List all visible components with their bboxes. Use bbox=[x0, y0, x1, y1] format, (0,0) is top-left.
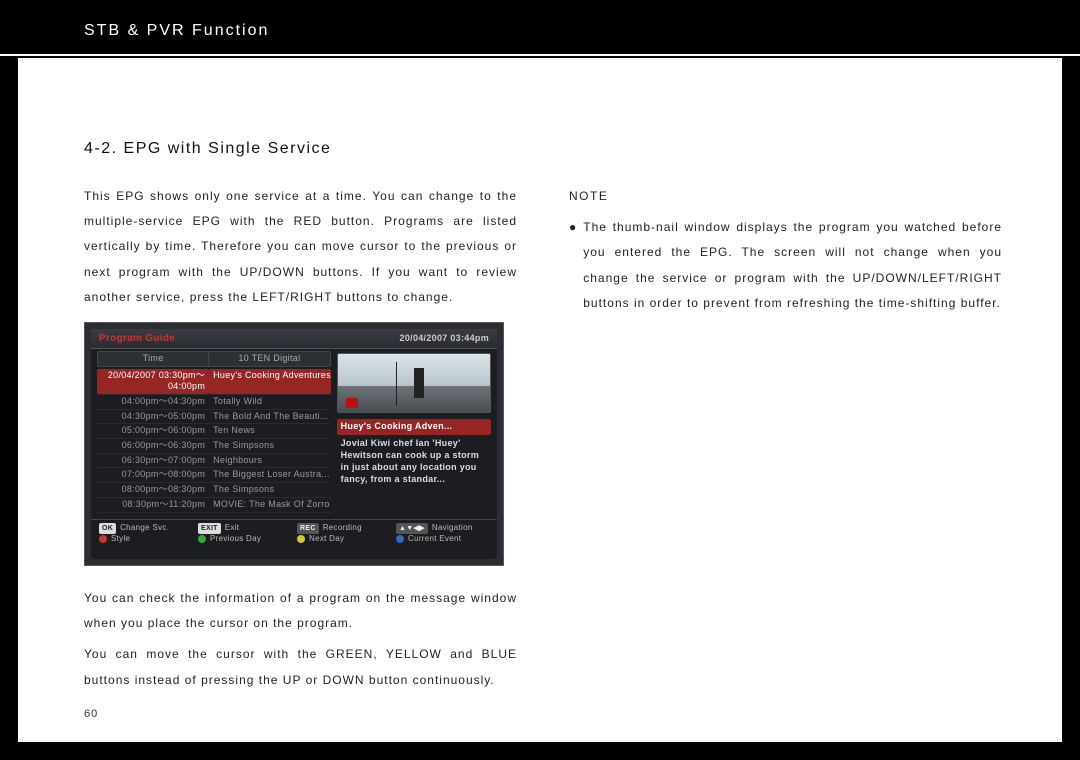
program-time: 06:30pm～07:00pm bbox=[97, 454, 209, 468]
control-label: Previous Day bbox=[210, 534, 261, 544]
keycap-icon: REC bbox=[297, 523, 319, 534]
program-row: 07:00pm～08:00pmThe Biggest Loser Austra.… bbox=[97, 468, 331, 483]
program-time: 20/04/2007 03:30pm～04:00pm bbox=[97, 369, 209, 394]
preview-description: Jovial Kiwi chef Ian 'Huey' Hewitson can… bbox=[337, 435, 491, 488]
yellow-dot-icon bbox=[297, 535, 305, 543]
program-name: Totally Wild bbox=[209, 395, 330, 409]
paragraph: You can check the information of a progr… bbox=[84, 586, 517, 636]
control-label: Style bbox=[111, 534, 130, 544]
program-time: 05:00pm～06:00pm bbox=[97, 424, 209, 438]
control-hint: EXIT Exit bbox=[198, 523, 291, 534]
guide-datetime: 20/04/2007 03:44pm bbox=[400, 333, 489, 345]
program-row: 06:30pm～07:00pmNeighbours bbox=[97, 454, 331, 469]
control-hint: Previous Day bbox=[198, 534, 291, 544]
program-name: The Simpsons bbox=[209, 439, 330, 453]
program-row: 04:30pm～05:00pmThe Bold And The Beauti..… bbox=[97, 410, 331, 425]
control-label: Current Event bbox=[408, 534, 461, 544]
green-dot-icon bbox=[198, 535, 206, 543]
col-channel-header: 10 TEN Digital bbox=[209, 352, 329, 366]
keycap-icon: OK bbox=[99, 523, 116, 534]
left-column: This EPG shows only one service at a tim… bbox=[84, 184, 517, 699]
epg-screenshot: Program Guide 20/04/2007 03:44pm Time 10… bbox=[84, 322, 504, 566]
section-title: 4-2. EPG with Single Service bbox=[84, 140, 1002, 158]
program-name: MOVIE: The Mask Of Zorro bbox=[209, 498, 330, 512]
program-row: 20/04/2007 03:30pm～04:00pmHuey's Cooking… bbox=[97, 369, 331, 395]
control-hint: REC Recording bbox=[297, 523, 390, 534]
program-name: Huey's Cooking Adventures bbox=[209, 369, 330, 394]
control-hint: Current Event bbox=[396, 534, 489, 544]
thumbnail bbox=[337, 353, 491, 413]
chapter-header: STB & PVR Function bbox=[0, 0, 1080, 56]
column-headers: Time 10 TEN Digital bbox=[97, 351, 331, 367]
control-hint: ▲▼◀▶ Navigation bbox=[396, 523, 489, 534]
program-name: The Biggest Loser Austra... bbox=[209, 468, 330, 482]
control-label: Exit bbox=[225, 523, 240, 533]
control-label: Navigation bbox=[432, 523, 473, 533]
program-row: 08:30pm～11:20pmMOVIE: The Mask Of Zorro bbox=[97, 498, 331, 513]
page-number: 60 bbox=[84, 708, 98, 720]
program-name: The Bold And The Beauti... bbox=[209, 410, 330, 424]
paragraph: This EPG shows only one service at a tim… bbox=[84, 184, 517, 310]
col-time-header: Time bbox=[98, 352, 209, 366]
control-hint: Style bbox=[99, 534, 192, 544]
control-label: Change Svc. bbox=[120, 523, 169, 533]
control-label: Next Day bbox=[309, 534, 344, 544]
program-time: 08:30pm～11:20pm bbox=[97, 498, 209, 512]
program-list: Time 10 TEN Digital 20/04/2007 03:30pm～0… bbox=[91, 349, 335, 519]
note-text: The thumb-nail window displays the progr… bbox=[583, 215, 1002, 316]
program-row: 05:00pm～06:00pmTen News bbox=[97, 424, 331, 439]
keycap-icon: ▲▼◀▶ bbox=[396, 523, 428, 534]
note-heading: NOTE bbox=[569, 184, 1002, 209]
bullet-icon: ● bbox=[569, 215, 577, 316]
program-name: Ten News bbox=[209, 424, 330, 438]
program-row: 04:00pm～04:30pmTotally Wild bbox=[97, 395, 331, 410]
red-dot-icon bbox=[99, 535, 107, 543]
program-name: The Simpsons bbox=[209, 483, 330, 497]
program-row: 08:00pm～08:30pmThe Simpsons bbox=[97, 483, 331, 498]
guide-controls: OK Change Svc. EXIT Exit REC Recording ▲▼◀▶ Nav… bbox=[91, 519, 497, 546]
preview-pane: Huey's Cooking Adven... Jovial Kiwi chef… bbox=[335, 349, 497, 519]
program-time: 08:00pm～08:30pm bbox=[97, 483, 209, 497]
program-time: 04:30pm～05:00pm bbox=[97, 410, 209, 424]
program-time: 06:00pm～06:30pm bbox=[97, 439, 209, 453]
chapter-title: STB & PVR Function bbox=[84, 22, 269, 39]
control-hint: OK Change Svc. bbox=[99, 523, 192, 534]
program-row: 06:00pm～06:30pmThe Simpsons bbox=[97, 439, 331, 454]
control-label: Recording bbox=[323, 523, 362, 533]
preview-title: Huey's Cooking Adven... bbox=[337, 419, 491, 435]
page-body: 4-2. EPG with Single Service This EPG sh… bbox=[18, 58, 1062, 742]
paragraph: You can move the cursor with the GREEN, … bbox=[84, 642, 517, 692]
keycap-icon: EXIT bbox=[198, 523, 221, 534]
blue-dot-icon bbox=[396, 535, 404, 543]
guide-title: Program Guide bbox=[99, 332, 175, 345]
program-time: 07:00pm～08:00pm bbox=[97, 468, 209, 482]
control-hint: Next Day bbox=[297, 534, 390, 544]
program-name: Neighbours bbox=[209, 454, 330, 468]
right-column: NOTE ● The thumb-nail window displays th… bbox=[569, 184, 1002, 699]
program-time: 04:00pm～04:30pm bbox=[97, 395, 209, 409]
